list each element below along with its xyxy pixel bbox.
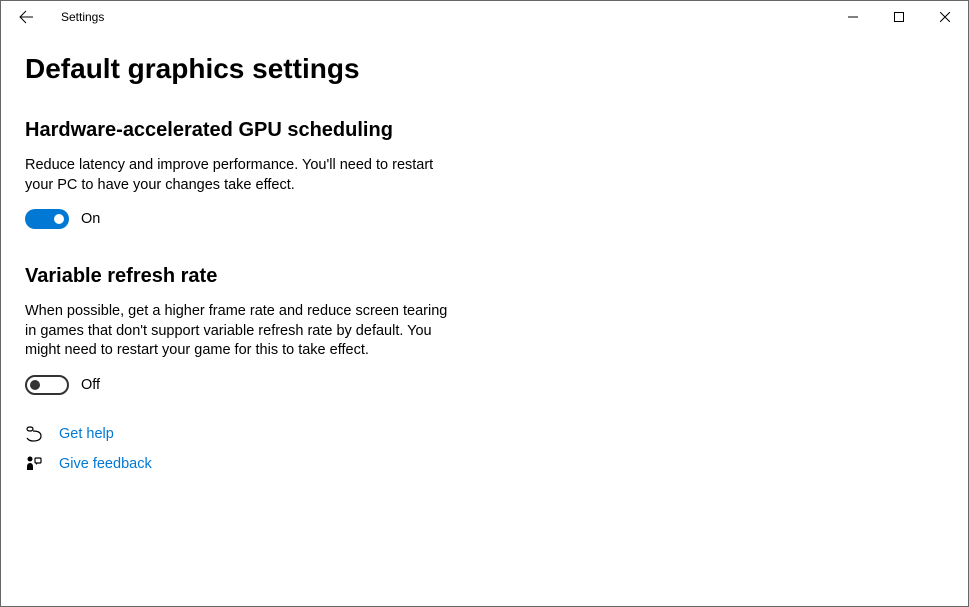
gpu-scheduling-heading: Hardware-accelerated GPU scheduling — [25, 119, 944, 142]
help-icon — [25, 425, 43, 443]
vrr-toggle-row: Off — [25, 375, 944, 395]
titlebar-left: Settings — [1, 2, 104, 32]
titlebar: Settings — [1, 1, 968, 33]
maximize-button[interactable] — [876, 1, 922, 33]
close-button[interactable] — [922, 1, 968, 33]
toggle-knob — [54, 214, 64, 224]
window-controls — [830, 1, 968, 33]
get-help-link[interactable]: Get help — [25, 425, 944, 443]
get-help-label: Get help — [59, 426, 114, 442]
page-title: Default graphics settings — [25, 53, 944, 85]
gpu-scheduling-toggle-row: On — [25, 209, 944, 229]
back-button[interactable] — [11, 2, 41, 32]
give-feedback-link[interactable]: Give feedback — [25, 455, 944, 473]
content-area: Default graphics settings Hardware-accel… — [1, 33, 968, 505]
feedback-icon — [25, 455, 43, 473]
close-icon — [940, 12, 950, 22]
maximize-icon — [894, 12, 904, 22]
arrow-left-icon — [18, 9, 34, 25]
give-feedback-label: Give feedback — [59, 456, 152, 472]
minimize-icon — [848, 12, 858, 22]
vrr-toggle-label: Off — [81, 377, 100, 393]
toggle-knob — [30, 380, 40, 390]
gpu-scheduling-description: Reduce latency and improve performance. … — [25, 156, 455, 195]
app-title: Settings — [61, 10, 104, 24]
vrr-heading: Variable refresh rate — [25, 265, 944, 288]
vrr-toggle[interactable] — [25, 375, 69, 395]
gpu-scheduling-toggle-label: On — [81, 211, 100, 227]
vrr-description: When possible, get a higher frame rate a… — [25, 302, 455, 361]
gpu-scheduling-toggle[interactable] — [25, 209, 69, 229]
minimize-button[interactable] — [830, 1, 876, 33]
